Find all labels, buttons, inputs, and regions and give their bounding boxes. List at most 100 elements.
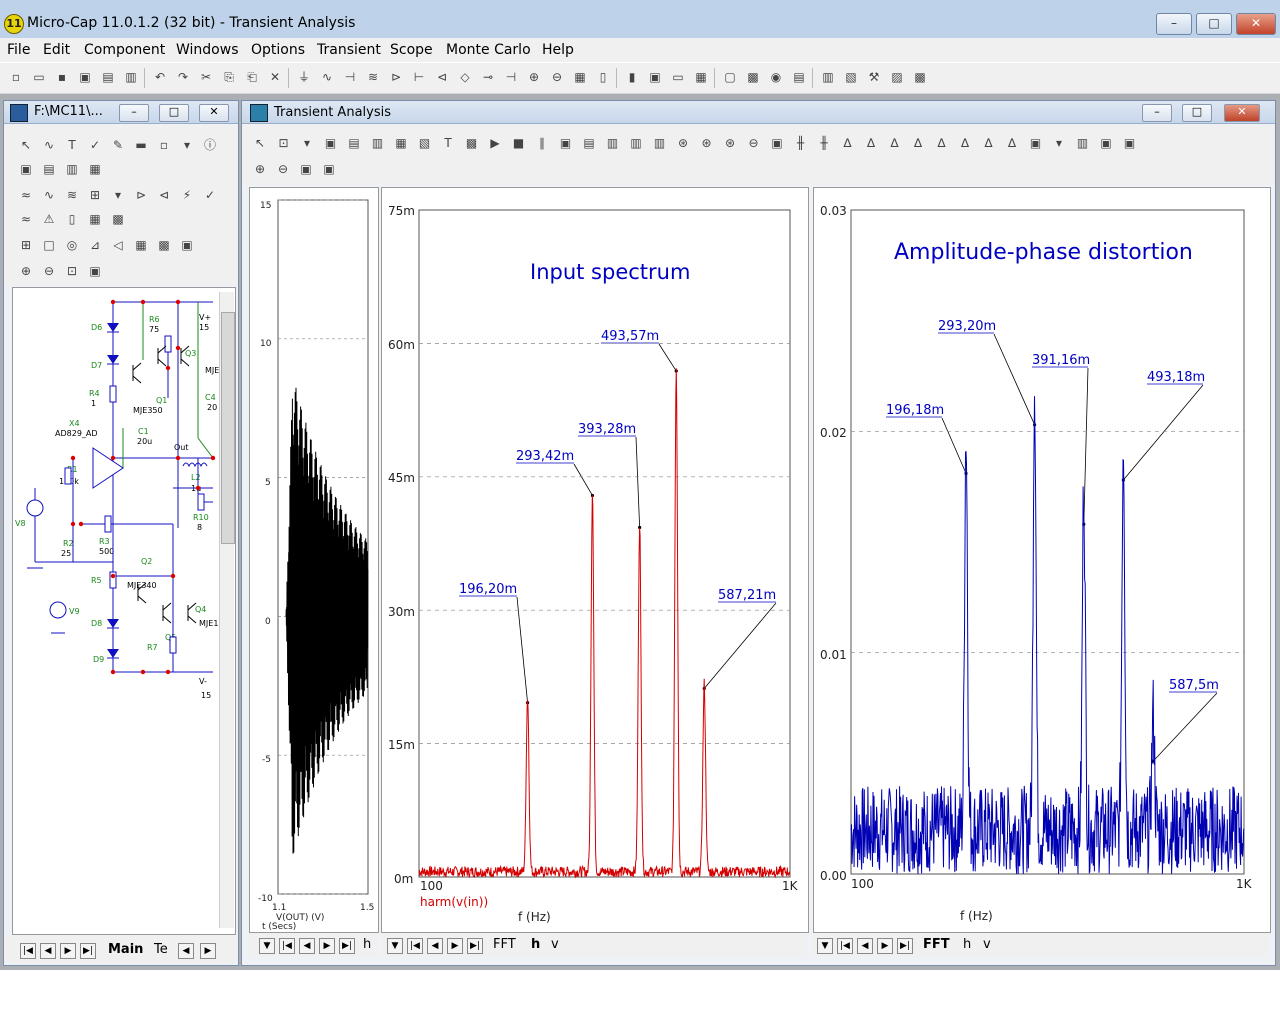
toolbar-icon[interactable]: ◎ xyxy=(64,237,80,253)
toolbar-icon[interactable]: ⊖ xyxy=(275,161,291,177)
toolbar-icon[interactable]: ◉ xyxy=(768,69,784,85)
first-tab-button[interactable]: |◀ xyxy=(407,938,423,954)
toolbar-icon[interactable]: ▦ xyxy=(87,211,103,227)
prev-tab-button[interactable]: ◀ xyxy=(427,938,443,954)
toolbar-icon[interactable]: ⊢ xyxy=(411,69,427,85)
toolbar-icon[interactable]: ⊣ xyxy=(342,69,358,85)
first-tab-button[interactable]: |◀ xyxy=(837,938,853,954)
toolbar-icon[interactable]: ⊳ xyxy=(133,187,149,203)
last-tab-button[interactable]: ▶| xyxy=(339,938,355,954)
toolbar-icon[interactable]: ▤ xyxy=(41,161,57,177)
next-tab-button[interactable]: ▶ xyxy=(60,943,76,959)
toolbar-icon[interactable]: ▤ xyxy=(100,69,116,85)
prev-tab-button[interactable]: ◀ xyxy=(40,943,56,959)
toolbar-icon[interactable]: ⏚ xyxy=(296,69,312,85)
toolbar-icon[interactable]: ∿ xyxy=(41,137,57,153)
toolbar-icon[interactable]: ▣ xyxy=(18,161,34,177)
toolbar-icon[interactable]: ▣ xyxy=(87,263,103,279)
toolbar-icon[interactable]: ▯ xyxy=(595,69,611,85)
menu-edit[interactable]: Edit xyxy=(43,42,70,58)
next-tab-button[interactable]: ▶ xyxy=(877,938,893,954)
toolbar-icon[interactable]: ▣ xyxy=(1122,135,1138,151)
toolbar-icon[interactable]: ⊲ xyxy=(434,69,450,85)
toolbar-icon[interactable]: ⓘ xyxy=(202,137,218,153)
toolbar-icon[interactable]: ∿ xyxy=(319,69,335,85)
toolbar-icon[interactable]: ▤ xyxy=(346,135,362,151)
tab-scroll-left[interactable]: ◀ xyxy=(178,943,194,959)
tab-fft[interactable]: FFT xyxy=(923,937,950,952)
toolbar-icon[interactable]: ▾ xyxy=(179,137,195,153)
toolbar-icon[interactable]: ▯ xyxy=(64,211,80,227)
toolbar-icon[interactable]: ∆ xyxy=(957,135,973,151)
analysis-minimize-button[interactable]: – xyxy=(1142,104,1172,122)
toolbar-icon[interactable]: ⊛ xyxy=(675,135,691,151)
prev-tab-button[interactable]: ◀ xyxy=(857,938,873,954)
toolbar-icon[interactable]: ∆ xyxy=(863,135,879,151)
toolbar-icon[interactable]: ↖ xyxy=(252,135,268,151)
last-tab-button[interactable]: ▶| xyxy=(467,938,483,954)
toolbar-icon[interactable]: ▩ xyxy=(745,69,761,85)
toolbar-icon[interactable]: ↷ xyxy=(175,69,191,85)
toolbar-icon[interactable]: ∥ xyxy=(534,135,550,151)
toolbar-icon[interactable]: ▣ xyxy=(321,161,337,177)
analysis-close-button[interactable]: ✕ xyxy=(1224,104,1260,122)
toolbar-icon[interactable]: ⊖ xyxy=(41,263,57,279)
toolbar-icon[interactable]: ╫ xyxy=(793,135,809,151)
menu-monte-carlo[interactable]: Monte Carlo xyxy=(446,42,531,58)
toolbar-icon[interactable]: ⊿ xyxy=(87,237,103,253)
toolbar-icon[interactable]: ▥ xyxy=(652,135,668,151)
toolbar-icon[interactable]: ∆ xyxy=(840,135,856,151)
toolbar-icon[interactable]: ▣ xyxy=(769,135,785,151)
toolbar-icon[interactable]: ▫ xyxy=(156,137,172,153)
toolbar-icon[interactable]: ⎗ xyxy=(244,69,260,85)
toolbar-icon[interactable]: ▤ xyxy=(791,69,807,85)
distortion-pane[interactable]: Amplitude-phase distortion 0.03 0.02 0.0… xyxy=(813,187,1271,933)
toolbar-icon[interactable]: ⊛ xyxy=(722,135,738,151)
toolbar-icon[interactable]: ▥ xyxy=(820,69,836,85)
toolbar-icon[interactable]: ▪ xyxy=(54,69,70,85)
toolbar-icon[interactable]: ▦ xyxy=(693,69,709,85)
menu-transient[interactable]: Transient xyxy=(317,42,381,58)
minimize-button[interactable]: – xyxy=(1156,13,1192,35)
toolbar-icon[interactable]: ⊕ xyxy=(252,161,268,177)
toolbar-icon[interactable]: T xyxy=(64,137,80,153)
toolbar-icon[interactable]: ⊞ xyxy=(87,187,103,203)
toolbar-icon[interactable]: ∆ xyxy=(910,135,926,151)
toolbar-icon[interactable]: ▤ xyxy=(581,135,597,151)
time-plot-pane[interactable]: 15 10 5 0 -5 -10 1.1 1.5 V(OUT) (V) t (S… xyxy=(249,187,379,933)
toolbar-icon[interactable]: ✓ xyxy=(202,187,218,203)
toolbar-icon[interactable]: ▥ xyxy=(64,161,80,177)
toolbar-icon[interactable]: ▮ xyxy=(624,69,640,85)
toolbar-icon[interactable]: ⊖ xyxy=(746,135,762,151)
toolbar-icon[interactable]: ▦ xyxy=(393,135,409,151)
menu-options[interactable]: Options xyxy=(251,42,305,58)
toolbar-icon[interactable]: ◁ xyxy=(110,237,126,253)
toolbar-icon[interactable]: ≋ xyxy=(365,69,381,85)
analysis-maximize-button[interactable]: □ xyxy=(1182,104,1212,122)
toolbar-icon[interactable]: ■ xyxy=(511,135,527,151)
menu-component[interactable]: Component xyxy=(84,42,165,58)
prev-tab-button[interactable]: ◀ xyxy=(299,938,315,954)
dropdown-button[interactable]: ▼ xyxy=(387,938,403,954)
toolbar-icon[interactable]: ▦ xyxy=(572,69,588,85)
toolbar-icon[interactable]: ▥ xyxy=(628,135,644,151)
last-tab-button[interactable]: ▶| xyxy=(897,938,913,954)
toolbar-icon[interactable]: ∆ xyxy=(981,135,997,151)
toolbar-icon[interactable]: ▶ xyxy=(487,135,503,151)
toolbar-icon[interactable]: ◇ xyxy=(457,69,473,85)
toolbar-icon[interactable]: ⚒ xyxy=(866,69,882,85)
toolbar-icon[interactable]: ✂ xyxy=(198,69,214,85)
toolbar-icon[interactable]: ╫ xyxy=(816,135,832,151)
toolbar-icon[interactable]: ▧ xyxy=(843,69,859,85)
toolbar-icon[interactable]: ▥ xyxy=(1075,135,1091,151)
toolbar-icon[interactable]: ∆ xyxy=(934,135,950,151)
toolbar-icon[interactable]: ▥ xyxy=(605,135,621,151)
toolbar-icon[interactable]: ▥ xyxy=(123,69,139,85)
schematic-scrollbar[interactable] xyxy=(219,292,235,928)
dropdown-button[interactable]: ▼ xyxy=(817,938,833,954)
toolbar-icon[interactable]: ⊖ xyxy=(549,69,565,85)
tab-v[interactable]: v xyxy=(551,937,559,952)
toolbar-icon[interactable]: ⊡ xyxy=(276,135,292,151)
toolbar-icon[interactable]: ▥ xyxy=(370,135,386,151)
toolbar-icon[interactable]: ⊸ xyxy=(480,69,496,85)
